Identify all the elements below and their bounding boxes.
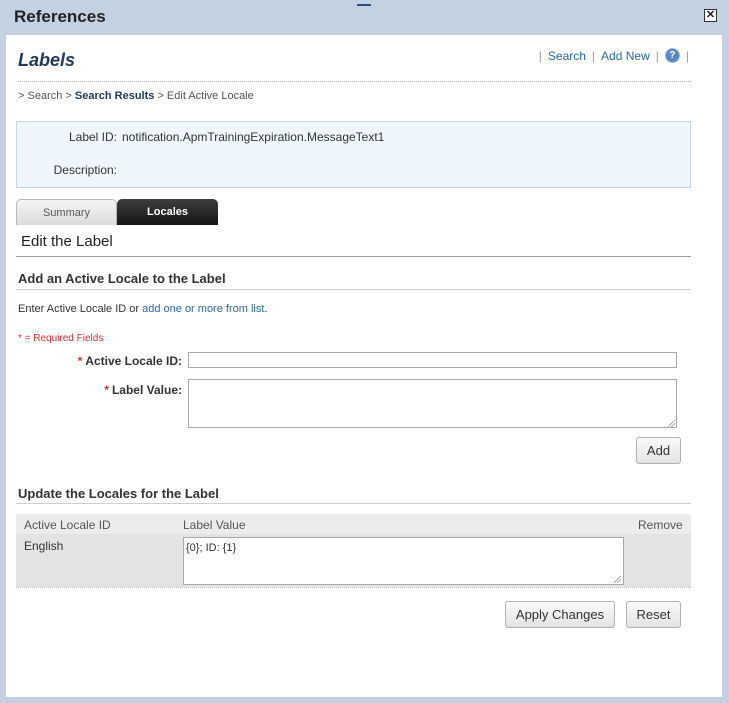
intro-end: . xyxy=(264,303,268,315)
dialog-titlebar[interactable]: References ✕ xyxy=(0,0,729,34)
drag-handle-icon[interactable] xyxy=(357,4,371,10)
apply-changes-button[interactable]: Apply Changes xyxy=(505,601,615,628)
update-locales-divider xyxy=(16,503,691,504)
dialog-content: Labels | Search | Add New | ? | > Search… xyxy=(6,35,722,697)
add-from-list-link[interactable]: add one or more from list xyxy=(142,303,264,315)
column-header-remove: Remove xyxy=(638,518,683,532)
edit-section-divider xyxy=(16,256,691,257)
tab-summary[interactable]: Summary xyxy=(16,199,117,225)
tab-locales[interactable]: Locales xyxy=(117,199,218,225)
add-button[interactable]: Add xyxy=(636,437,681,464)
column-header-active-locale: Active Locale ID xyxy=(24,518,111,532)
label-value-textarea[interactable] xyxy=(188,379,677,428)
link-separator: | xyxy=(685,48,689,63)
breadcrumb-current: > Edit Active Locale xyxy=(157,90,254,102)
add-locale-divider xyxy=(16,289,691,290)
help-icon[interactable]: ? xyxy=(664,48,680,63)
column-header-label-value: Label Value xyxy=(183,518,246,532)
locales-table-header: Active Locale ID Label Value Remove xyxy=(16,514,691,534)
breadcrumb-search[interactable]: > Search > xyxy=(18,90,72,102)
active-locale-input[interactable] xyxy=(188,352,677,368)
breadcrumb: > Search > Search Results > Edit Active … xyxy=(18,90,254,102)
page-title: Labels xyxy=(18,50,76,70)
link-separator: | xyxy=(591,48,596,63)
label-value-label-text: Label Value: xyxy=(111,383,182,397)
required-fields-note: * = Required Fields xyxy=(18,333,104,344)
active-locale-label: * Active Locale ID: xyxy=(66,354,182,368)
row-locale-id: English xyxy=(24,539,64,553)
dialog-title: References xyxy=(14,7,106,26)
close-button[interactable]: ✕ xyxy=(704,9,717,22)
required-star: * xyxy=(104,383,109,397)
breadcrumb-search-results[interactable]: Search Results xyxy=(75,90,154,102)
header-links: | Search | Add New | ? | xyxy=(539,48,689,63)
update-locales-title: Update the Locales for the Label xyxy=(18,486,219,501)
active-locale-label-text: Active Locale ID: xyxy=(85,354,182,368)
search-link[interactable]: Search xyxy=(548,49,586,63)
link-separator: | xyxy=(538,48,542,63)
label-info-box: Label ID: notification.ApmTrainingExpira… xyxy=(16,121,691,188)
reset-button[interactable]: Reset xyxy=(626,601,681,628)
required-star: * xyxy=(77,354,83,368)
label-id-label: Label ID: xyxy=(68,130,117,144)
edit-section-title: Edit the Label xyxy=(21,233,113,250)
row-label-value-textarea[interactable]: {0}; ID: {1} xyxy=(183,537,624,585)
label-value-label: * Label Value: xyxy=(66,383,182,397)
link-separator: | xyxy=(655,48,659,63)
description-label: Description: xyxy=(53,163,117,177)
references-dialog: References ✕ Labels | Search | Add New |… xyxy=(0,0,729,703)
add-locale-intro: Enter Active Locale ID or add one or mor… xyxy=(18,303,267,315)
label-id-value: notification.ApmTrainingExpiration.Messa… xyxy=(122,130,385,144)
header-divider xyxy=(18,81,691,82)
resize-grip-icon[interactable] xyxy=(614,576,621,583)
resize-grip-icon[interactable] xyxy=(668,420,675,427)
intro-text: Enter Active Locale ID or xyxy=(18,303,143,315)
add-new-link[interactable]: Add New xyxy=(601,49,650,63)
add-locale-title: Add an Active Locale to the Label xyxy=(18,271,226,286)
table-row: English {0}; ID: {1} xyxy=(16,534,691,587)
table-bottom-divider xyxy=(16,587,691,588)
